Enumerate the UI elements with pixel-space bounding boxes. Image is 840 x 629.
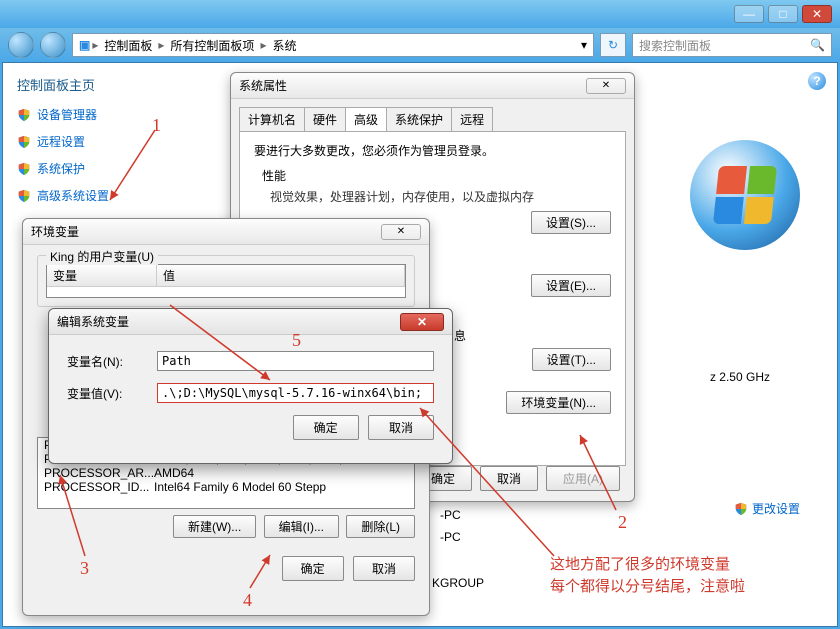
user-vars-table[interactable]: 变量 值 bbox=[46, 264, 406, 298]
edit-ok-button[interactable]: 确定 bbox=[293, 415, 359, 440]
dropdown-icon[interactable]: ▾ bbox=[581, 38, 587, 52]
forward-button[interactable] bbox=[40, 32, 66, 58]
pc-suffix-a: -PC bbox=[440, 508, 461, 522]
shield-icon bbox=[17, 162, 31, 176]
dialog-titlebar[interactable]: 环境变量 ✕ bbox=[23, 219, 429, 245]
dialog-title: 环境变量 bbox=[31, 223, 381, 240]
new-button[interactable]: 新建(W)... bbox=[173, 515, 256, 538]
dialog-title: 系统属性 bbox=[239, 77, 586, 94]
var-name-input[interactable] bbox=[157, 351, 434, 371]
pc-suffix-b: -PC bbox=[440, 530, 461, 544]
env-ok-button[interactable]: 确定 bbox=[282, 556, 344, 581]
minimize-button[interactable]: — bbox=[734, 5, 764, 23]
tab-computer-name[interactable]: 计算机名 bbox=[239, 107, 305, 131]
startup-settings-button[interactable]: 设置(T)... bbox=[532, 348, 611, 371]
search-icon: 🔍 bbox=[810, 38, 825, 52]
nav-row: ▣ ▸ 控制面板 ▸ 所有控制面板项 ▸ 系统 ▾ ↻ 搜索控制面板 🔍 bbox=[0, 28, 840, 62]
edit-button[interactable]: 编辑(I)... bbox=[264, 515, 339, 538]
admin-note: 要进行大多数更改，您必须作为管理员登录。 bbox=[254, 142, 611, 159]
sidebar-advanced[interactable]: 高级系统设置 bbox=[17, 187, 189, 204]
change-settings-link[interactable]: 更改设置 bbox=[734, 500, 800, 517]
col-var[interactable]: 变量 bbox=[47, 265, 157, 286]
col-val[interactable]: 值 bbox=[157, 265, 405, 286]
dialog-title: 编辑系统变量 bbox=[57, 313, 400, 330]
var-value-input[interactable] bbox=[157, 383, 434, 403]
edit-variable-dialog: 编辑系统变量 ✕ 变量名(N): 变量值(V): 确定 取消 bbox=[48, 308, 453, 464]
perf-settings-button[interactable]: 设置(S)... bbox=[531, 211, 611, 234]
search-placeholder: 搜索控制面板 bbox=[639, 37, 711, 54]
dialog-close-button[interactable]: ✕ bbox=[400, 313, 444, 331]
help-icon[interactable]: ? bbox=[808, 72, 826, 90]
close-button[interactable]: ✕ bbox=[802, 5, 832, 23]
crumb-leaf[interactable]: 系统 bbox=[268, 37, 300, 54]
sidebar-title: 控制面板主页 bbox=[17, 75, 189, 94]
shield-icon bbox=[17, 189, 31, 203]
cancel-button[interactable]: 取消 bbox=[480, 466, 538, 491]
cpu-ghz: z 2.50 GHz bbox=[710, 370, 770, 384]
delete-button[interactable]: 删除(L) bbox=[346, 515, 415, 538]
refresh-button[interactable]: ↻ bbox=[600, 33, 626, 57]
dialog-buttons: 确定 取消 应用(A) bbox=[414, 466, 620, 491]
workgroup: KGROUP bbox=[432, 576, 484, 590]
shield-icon bbox=[17, 135, 31, 149]
startup-trail: 息 bbox=[454, 327, 611, 344]
search-box[interactable]: 搜索控制面板 🔍 bbox=[632, 33, 832, 57]
edit-cancel-button[interactable]: 取消 bbox=[368, 415, 434, 440]
tab-advanced[interactable]: 高级 bbox=[345, 107, 387, 131]
dialog-titlebar[interactable]: 编辑系统变量 ✕ bbox=[49, 309, 452, 335]
address-bar[interactable]: ▣ ▸ 控制面板 ▸ 所有控制面板项 ▸ 系统 ▾ bbox=[72, 33, 594, 57]
windows-logo bbox=[690, 140, 800, 250]
tab-hardware[interactable]: 硬件 bbox=[304, 107, 346, 131]
breadcrumb-sep: ▸ bbox=[90, 38, 100, 52]
sidebar-device-manager[interactable]: 设备管理器 bbox=[17, 106, 189, 123]
var-value-label: 变量值(V): bbox=[67, 385, 157, 402]
env-cancel-button[interactable]: 取消 bbox=[353, 556, 415, 581]
var-name-label: 变量名(N): bbox=[67, 353, 157, 370]
back-button[interactable] bbox=[8, 32, 34, 58]
dialog-titlebar[interactable]: 系统属性 ✕ bbox=[231, 73, 634, 99]
maximize-button[interactable]: □ bbox=[768, 5, 798, 23]
shield-icon bbox=[17, 108, 31, 122]
user-vars-group: King 的用户变量(U) 变量 值 bbox=[37, 255, 415, 307]
env-vars-button[interactable]: 环境变量(N)... bbox=[506, 391, 611, 414]
tab-protection[interactable]: 系统保护 bbox=[386, 107, 452, 131]
tab-remote[interactable]: 远程 bbox=[451, 107, 493, 131]
dialog-close-button[interactable]: ✕ bbox=[381, 224, 421, 240]
shield-icon bbox=[734, 502, 748, 516]
user-vars-title: King 的用户变量(U) bbox=[46, 248, 158, 265]
profile-settings-button[interactable]: 设置(E)... bbox=[531, 274, 611, 297]
control-panel-glyph: ▣ bbox=[79, 38, 90, 52]
sidebar-remote[interactable]: 远程设置 bbox=[17, 133, 189, 150]
apply-button[interactable]: 应用(A) bbox=[546, 466, 620, 491]
dialog-close-button[interactable]: ✕ bbox=[586, 78, 626, 94]
crumb-root[interactable]: 控制面板 bbox=[100, 37, 156, 54]
tabs: 计算机名 硬件 高级 系统保护 远程 bbox=[231, 99, 634, 131]
crumb-mid[interactable]: 所有控制面板项 bbox=[166, 37, 258, 54]
sidebar-protection[interactable]: 系统保护 bbox=[17, 160, 189, 177]
perf-desc: 视觉效果，处理器计划，内存使用，以及虚拟内存 bbox=[270, 188, 611, 205]
window-titlebar: — □ ✕ bbox=[0, 0, 840, 28]
perf-title: 性能 bbox=[262, 167, 611, 184]
